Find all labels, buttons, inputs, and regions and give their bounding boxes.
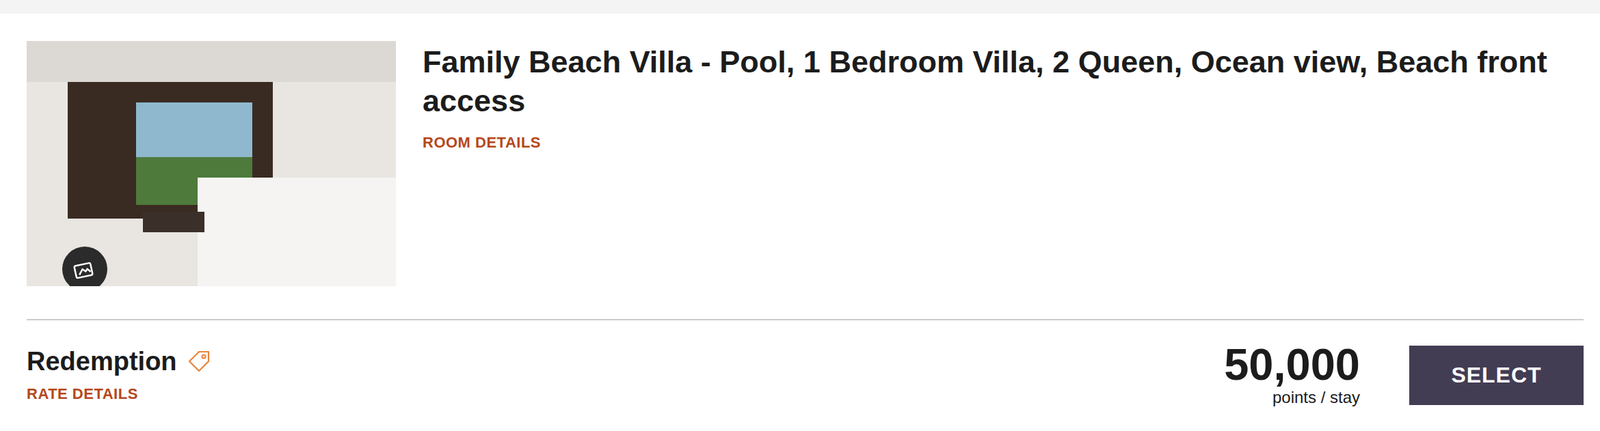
select-button[interactable]: SELECT [1409, 345, 1584, 406]
room-card: Family Beach Villa - Pool, 1 Bedroom Vil… [0, 13, 1600, 409]
points-unit: points / stay [1272, 387, 1360, 409]
divider [26, 319, 1584, 321]
top-strip [0, 0, 1600, 14]
room-title: Family Beach Villa - Pool, 1 Bedroom Vil… [422, 42, 1565, 121]
rate-details-link[interactable]: RATE DETAILS [26, 382, 212, 406]
rate-name: Redemption [26, 345, 178, 378]
room-details-link[interactable]: ROOM DETAILS [422, 131, 1565, 154]
tag-icon [186, 349, 212, 375]
gallery-icon[interactable] [62, 246, 108, 287]
points-price: 50,000 [1223, 342, 1360, 388]
room-photo[interactable] [26, 41, 396, 287]
rate-row: Redemption RATE DETAILS 50,000 points / … [26, 320, 1584, 409]
